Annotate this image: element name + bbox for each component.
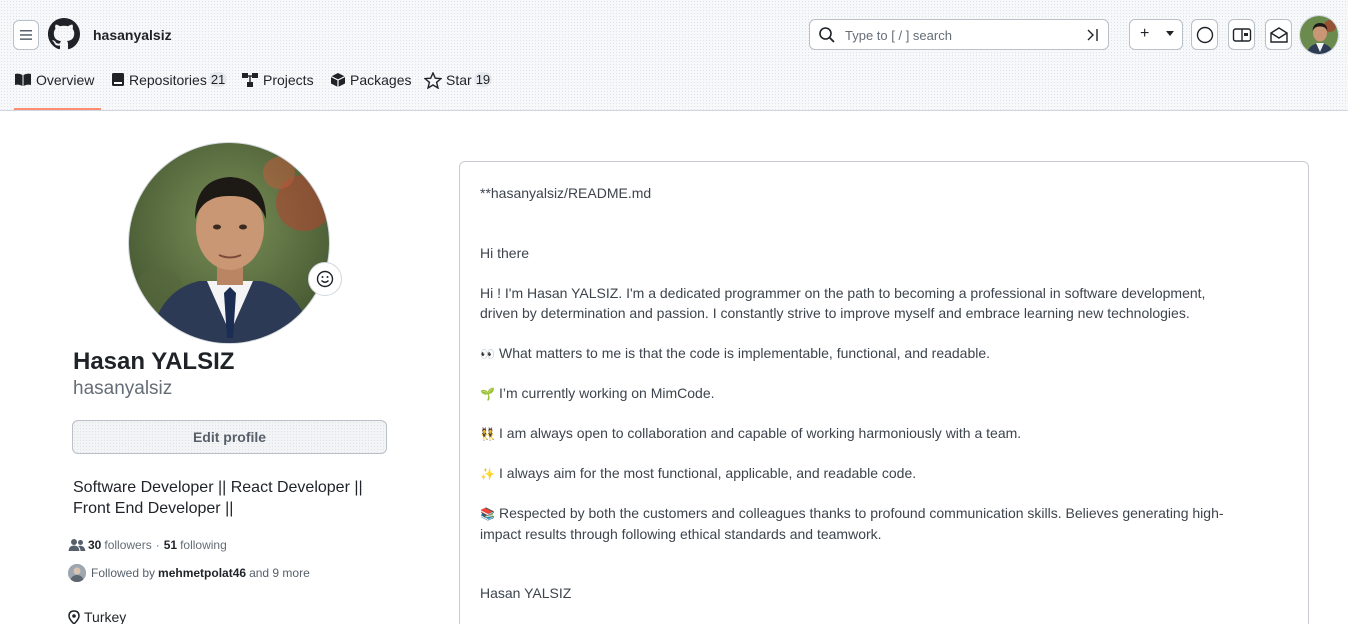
readme-intro-line: driven by determination and passion. I c… bbox=[480, 305, 1190, 321]
followers-count[interactable]: 30 bbox=[88, 538, 101, 552]
dancers-emoji-icon: 👯 bbox=[480, 427, 495, 441]
tab-packages-label: Packages bbox=[350, 72, 412, 88]
pull-requests-button[interactable] bbox=[1228, 19, 1255, 50]
repositories-count: 21 bbox=[208, 72, 228, 87]
followed-by-suffix: and 9 more bbox=[249, 566, 310, 580]
readme-point: 📚 Respected by both the customers and col… bbox=[480, 503, 1224, 544]
hamburger-icon bbox=[20, 30, 32, 40]
command-palette-icon[interactable] bbox=[1086, 26, 1100, 44]
menu-button[interactable] bbox=[13, 20, 39, 50]
seedling-emoji-icon: 🌱 bbox=[480, 387, 495, 401]
active-tab-indicator bbox=[14, 108, 101, 110]
profile-bio: Software Developer || React Developer ||… bbox=[73, 477, 393, 519]
readme-intro: Hi ! I'm Hasan YALSIZ. I'm a dedicated p… bbox=[480, 283, 1205, 323]
following-count[interactable]: 51 bbox=[164, 538, 177, 552]
follow-stats: 30 followers · 51 following bbox=[68, 538, 227, 552]
following-link[interactable]: following bbox=[180, 538, 227, 552]
issues-circle-icon bbox=[1196, 26, 1213, 43]
tab-repositories[interactable]: Repositories 21 bbox=[111, 70, 228, 110]
follower-avatar[interactable] bbox=[68, 564, 86, 582]
readme-signature: Hasan YALSIZ bbox=[480, 585, 572, 601]
readme-point: 👯 I am always open to collaboration and c… bbox=[480, 423, 1021, 444]
package-icon bbox=[330, 73, 346, 87]
issues-button[interactable] bbox=[1191, 19, 1218, 50]
plus-icon: + bbox=[1140, 25, 1150, 42]
followed-by-prefix: Followed by bbox=[91, 566, 156, 580]
page-header: hasanyalsiz Type to [ / ] search + Overv… bbox=[0, 0, 1348, 111]
chevron-down-icon bbox=[1166, 31, 1174, 36]
search-placeholder: Type to [ / ] search bbox=[845, 28, 952, 43]
readme-point-text: I always aim for the most functional, ap… bbox=[499, 465, 917, 481]
stars-count: 19 bbox=[473, 72, 493, 87]
readme-point: 👀 What matters to me is that the code is … bbox=[480, 343, 990, 364]
user-avatar[interactable] bbox=[1299, 15, 1339, 55]
readme-point-text: I am always open to collaboration and ca… bbox=[499, 425, 1022, 441]
avatar-photo-icon bbox=[1300, 16, 1338, 54]
tab-overview-label: Overview bbox=[36, 72, 95, 88]
edit-profile-button[interactable]: Edit profile bbox=[72, 420, 387, 454]
star-icon bbox=[424, 72, 442, 89]
set-status-button[interactable] bbox=[308, 262, 342, 296]
book-icon bbox=[15, 73, 31, 86]
tab-packages[interactable]: Packages bbox=[330, 70, 411, 110]
books-emoji-icon: 📚 bbox=[480, 507, 495, 521]
tab-stars-label: Star bbox=[446, 72, 472, 88]
eyes-emoji-icon: 👀 bbox=[480, 347, 495, 361]
tab-stars[interactable]: Star 19 bbox=[424, 70, 493, 110]
github-logo-icon[interactable] bbox=[48, 18, 80, 50]
readme-point-text: impact results through following ethical… bbox=[480, 526, 882, 542]
tab-repositories-label: Repositories bbox=[129, 72, 207, 88]
inbox-button[interactable] bbox=[1265, 19, 1292, 50]
profile-avatar[interactable] bbox=[128, 142, 330, 344]
profile-login: hasanyalsiz bbox=[73, 378, 173, 399]
followed-by-user[interactable]: mehmetpolat46 bbox=[158, 566, 246, 580]
readme-point: ✨ I always aim for the most functional, a… bbox=[480, 463, 916, 484]
follower-photo-icon bbox=[68, 564, 86, 582]
location-pin-icon bbox=[68, 609, 80, 624]
profile-photo-icon bbox=[129, 143, 329, 343]
bio-line: Software Developer || React Developer || bbox=[73, 479, 363, 496]
pull-request-icon bbox=[1232, 27, 1251, 42]
readme-point-text: Respected by both the customers and coll… bbox=[499, 505, 1224, 521]
search-icon bbox=[819, 27, 835, 43]
readme-greeting: Hi there bbox=[480, 245, 530, 261]
people-icon bbox=[68, 539, 86, 551]
create-new-button[interactable]: + bbox=[1129, 19, 1183, 50]
readme-intro-line: Hi ! I'm Hasan YALSIZ. I'm a dedicated p… bbox=[480, 285, 1206, 301]
readme-title: **hasanyalsiz/README.md bbox=[480, 185, 652, 201]
tab-overview[interactable]: Overview bbox=[14, 70, 94, 110]
smiley-icon bbox=[316, 270, 334, 288]
followed-by: Followed by mehmetpolat46 and 9 more bbox=[68, 564, 310, 582]
readme-point-text: I’m currently working on MimCode. bbox=[499, 385, 715, 401]
projects-icon bbox=[242, 73, 258, 87]
inbox-icon bbox=[1269, 26, 1288, 43]
readme-point: 🌱 I’m currently working on MimCode. bbox=[480, 383, 715, 404]
followers-link[interactable]: followers bbox=[104, 538, 151, 552]
profile-full-name: Hasan YALSIZ bbox=[73, 348, 235, 375]
sparkles-emoji-icon: ✨ bbox=[480, 467, 495, 481]
location-text: Turkey bbox=[84, 609, 127, 624]
tab-projects[interactable]: Projects bbox=[241, 70, 314, 110]
tab-projects-label: Projects bbox=[263, 72, 314, 88]
bio-line: Front End Developer || bbox=[73, 500, 234, 517]
stats-separator: · bbox=[155, 538, 160, 552]
header-username[interactable]: hasanyalsiz bbox=[93, 27, 172, 43]
search-input[interactable]: Type to [ / ] search bbox=[809, 19, 1109, 50]
repo-icon bbox=[112, 73, 124, 86]
profile-location: Turkey bbox=[68, 609, 126, 624]
readme-point-text: What matters to me is that the code is i… bbox=[499, 345, 991, 361]
